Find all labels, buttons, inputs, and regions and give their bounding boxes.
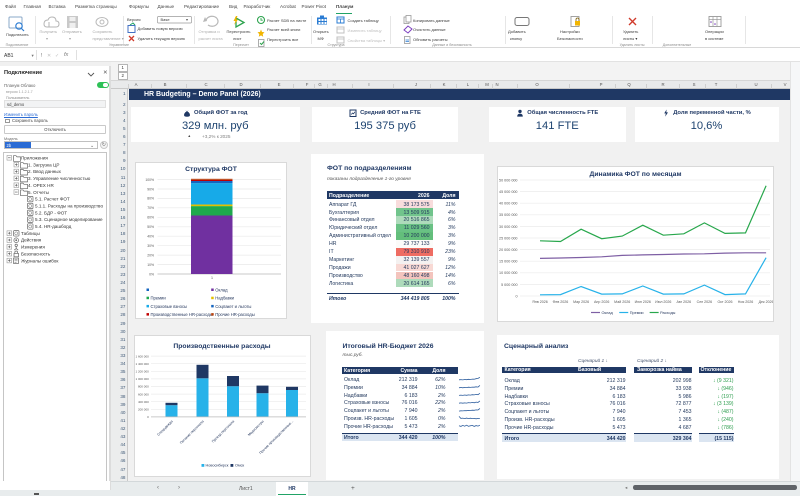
svg-text:3. Управление численностью: 3. Управление численностью — [28, 176, 91, 181]
svg-text:2. Ввод данных: 2. Ввод данных — [28, 169, 62, 174]
svg-text:5.2. БДР - ФОТ: 5.2. БДР - ФОТ — [35, 210, 67, 215]
svg-text:Таблицы: Таблицы — [21, 231, 40, 236]
svg-text:Измерения: Измерения — [21, 245, 45, 250]
svg-text:5.1. Расчет ФОТ: 5.1. Расчет ФОТ — [35, 197, 70, 202]
svg-text:1. Загрузка ЦР: 1. Загрузка ЦР — [28, 162, 59, 167]
svg-text:Журналы ошибок: Журналы ошибок — [21, 258, 59, 263]
svg-text:5. Отчеты: 5. Отчеты — [28, 190, 49, 195]
svg-text:Приложения: Приложения — [21, 156, 48, 161]
svg-text:Действия: Действия — [21, 237, 42, 243]
svg-text:5.1.1. Расходы на производство: 5.1.1. Расходы на производство — [35, 203, 103, 208]
svg-text:5.4. HR-дашборд: 5.4. HR-дашборд — [35, 224, 72, 229]
svg-text:Безопасность: Безопасность — [21, 251, 51, 256]
svg-text:4. OPEX HR: 4. OPEX HR — [28, 183, 54, 188]
svg-text:5.3. Сценарное моделирование: 5.3. Сценарное моделирование — [35, 217, 103, 222]
